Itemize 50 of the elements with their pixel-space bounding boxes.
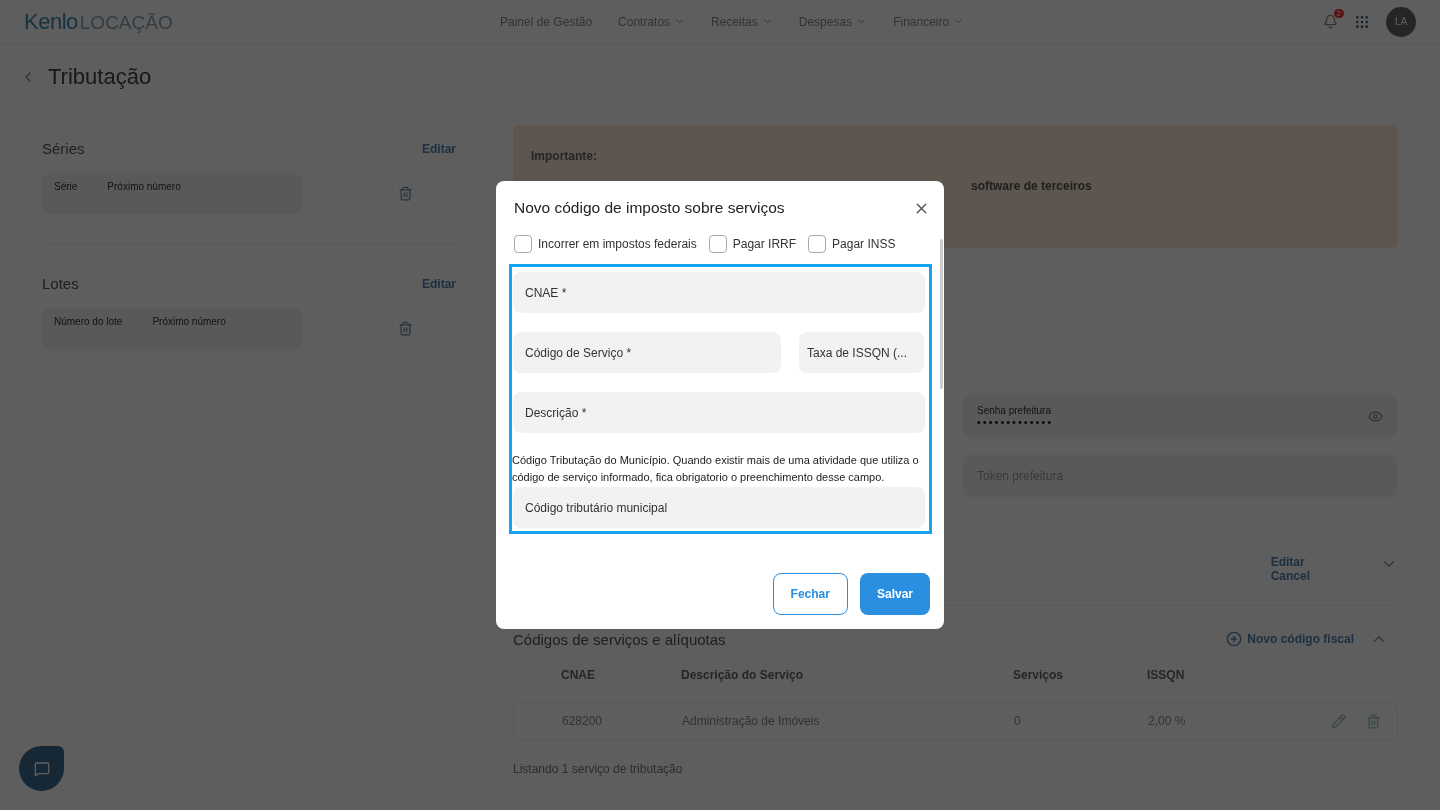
input-field[interactable]: Código tributário municipal bbox=[513, 487, 925, 528]
section-title: Séries bbox=[42, 140, 85, 157]
field-placeholder: Próximo número bbox=[107, 181, 181, 194]
edit-link[interactable]: Editar bbox=[422, 276, 456, 291]
field-placeholder: Número do lote bbox=[54, 316, 123, 329]
checkbox[interactable] bbox=[514, 235, 532, 253]
input-field[interactable]: Código de Serviço * bbox=[513, 332, 781, 373]
checkbox-label[interactable]: Pagar IRRF bbox=[708, 235, 797, 253]
plus-circle-icon[interactable] bbox=[1226, 631, 1243, 647]
logo-brand: Kenlo bbox=[24, 8, 78, 35]
checkbox[interactable] bbox=[708, 235, 727, 253]
edit-link[interactable]: Editar bbox=[422, 141, 456, 156]
pencil-icon[interactable] bbox=[1331, 713, 1346, 729]
column-header: CNAE bbox=[561, 668, 596, 682]
modal-title: Novo código de imposto sobre serviços bbox=[514, 199, 785, 217]
column-header: ISSQN bbox=[1147, 668, 1186, 682]
checkbox[interactable] bbox=[808, 235, 827, 253]
apps-grid-icon[interactable] bbox=[1354, 13, 1370, 30]
password-field[interactable]: Senha prefeitura ••••••••••••• bbox=[963, 395, 1397, 437]
column-header: Descrição do Serviço bbox=[681, 668, 805, 682]
input-field[interactable]: CNAE * bbox=[513, 272, 925, 313]
field-placeholder: Série bbox=[54, 181, 78, 194]
trash-icon[interactable] bbox=[1366, 713, 1381, 729]
add-link[interactable]: Novo código fiscal bbox=[1247, 632, 1354, 646]
field-placeholder: Próximo número bbox=[152, 316, 226, 329]
notice-text: software de terceiros bbox=[971, 179, 1092, 193]
page-title: Tributação bbox=[48, 64, 152, 90]
section-title: Códigos de serviços e alíquotas bbox=[513, 630, 726, 648]
input-field[interactable]: Série Próximo número bbox=[42, 173, 302, 214]
notification-bell-icon[interactable] bbox=[1323, 14, 1338, 29]
save-button[interactable]: Salvar bbox=[859, 573, 930, 615]
action-link[interactable]: Cancel bbox=[1270, 569, 1310, 583]
close-button[interactable]: Fechar bbox=[772, 573, 848, 615]
notification-count: 2 bbox=[1333, 9, 1344, 18]
chat-icon bbox=[33, 760, 50, 777]
action-link[interactable]: Editar bbox=[1270, 555, 1310, 569]
eye-icon[interactable] bbox=[1368, 408, 1383, 424]
column-header: Serviços bbox=[1013, 668, 1065, 682]
notice-title: Importante: bbox=[531, 149, 598, 163]
trash-icon[interactable] bbox=[398, 321, 413, 336]
section-title: Lotes bbox=[42, 275, 79, 292]
input-field[interactable]: Número do lote Próximo número bbox=[42, 308, 302, 349]
trash-icon[interactable] bbox=[398, 186, 413, 201]
input-field[interactable]: Descrição * bbox=[513, 392, 925, 433]
chat-button[interactable] bbox=[19, 746, 64, 791]
checkbox-label[interactable]: Incorrer em impostos federais bbox=[514, 235, 697, 253]
checkbox-label[interactable]: Pagar INSS bbox=[808, 235, 896, 253]
input-field[interactable]: Taxa de ISSQN (... bbox=[799, 332, 924, 373]
scrollbar[interactable] bbox=[940, 239, 943, 389]
help-text: Código Tributação do Município. Quando existir mais de uma atividade que utiliza o código de serviço informado, fica obrigatorio o preenchimento desse campo. bbox=[512, 453, 920, 485]
